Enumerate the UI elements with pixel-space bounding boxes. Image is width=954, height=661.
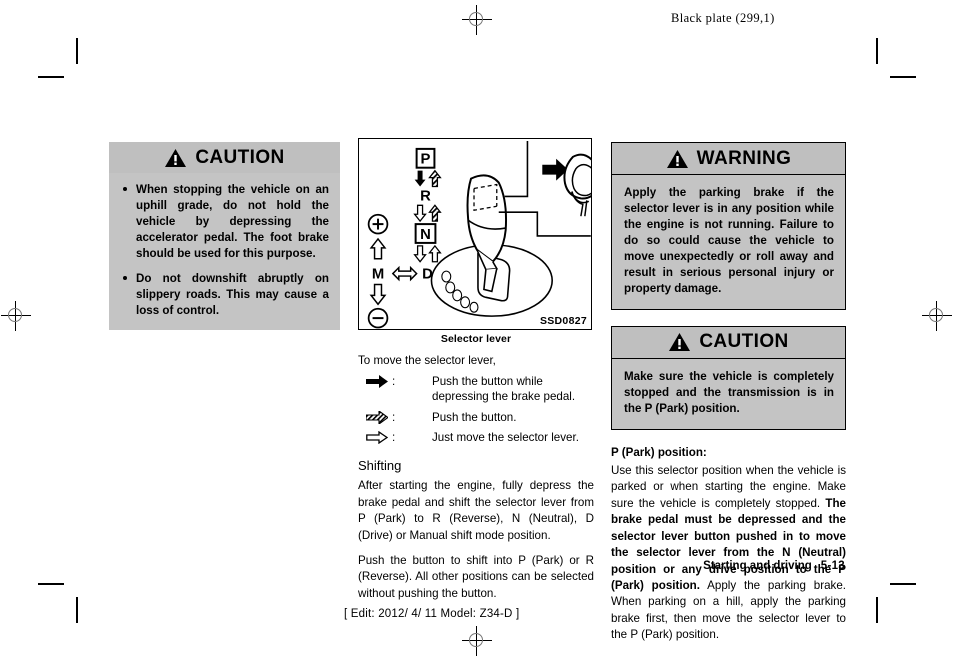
hatched-arrow-icon: [358, 410, 392, 424]
legend-row-hatched: : Push the button.: [358, 410, 594, 425]
park-position-body: Use this selector position when the vehi…: [611, 463, 846, 644]
manual-page: Black plate (299,1) CAUTION When stoppin…: [0, 0, 954, 661]
figure-code: SSD0827: [539, 315, 587, 327]
registration-mark-right: [922, 301, 952, 331]
shifting-paragraph-1: After starting the engine, fully depress…: [358, 479, 594, 542]
crop-mark-top-left-h: [38, 76, 64, 78]
legend-row-outline: : Just move the selector lever.: [358, 430, 594, 445]
selector-lever-illustration: P R N D M: [367, 140, 601, 329]
caution-title-left: CAUTION: [195, 146, 285, 168]
registration-mark-bottom: [462, 626, 492, 656]
caution-header-right: CAUTION: [612, 326, 845, 359]
warning-triangle-icon: [666, 149, 688, 168]
outline-arrow-icon: [358, 430, 392, 444]
warning-box-right: WARNING Apply the parking brake if the s…: [611, 142, 846, 310]
caution-bullet-left-1: When stopping the vehicle on an uphill g…: [120, 182, 329, 262]
crop-mark-top-left-v: [76, 38, 78, 64]
legend-text-1: Push the button while depressing the bra…: [432, 375, 576, 404]
svg-text:R: R: [420, 188, 431, 204]
legend-colon-2: :: [392, 410, 396, 424]
caution-title-right: CAUTION: [699, 331, 789, 353]
svg-text:N: N: [420, 227, 431, 243]
selector-intro-text: To move the selector lever,: [358, 354, 496, 367]
legend-colon-3: :: [392, 430, 396, 444]
footer-section-title: Starting and driving: [703, 560, 812, 572]
shifting-heading: Shifting: [358, 458, 402, 474]
middle-column: P R N D M SSD0827 Selector lever To move…: [358, 138, 601, 602]
park-position-heading: P (Park) position:: [611, 445, 707, 459]
park-text-part1: Use this selector position when the vehi…: [611, 463, 846, 510]
legend-row-solid: : Push the button while depressing the b…: [358, 374, 594, 405]
selector-lever-figure: P R N D M SSD0827: [358, 138, 601, 330]
registration-mark-left: [1, 301, 31, 331]
caution-box-left: CAUTION When stopping the vehicle on an …: [109, 142, 340, 330]
arrow-legend: : Push the button while depressing the b…: [358, 374, 594, 445]
warning-title-right: WARNING: [696, 147, 792, 169]
legend-colon-1: :: [392, 375, 396, 388]
legend-text-2: Push the button.: [432, 410, 517, 424]
footer-page-number: 5-13: [820, 560, 845, 572]
crop-mark-bottom-right-h: [890, 583, 916, 585]
svg-text:M: M: [372, 267, 384, 283]
registration-mark-top: [462, 5, 492, 35]
park-position-paragraph: Use this selector position when the vehi…: [611, 463, 846, 644]
page-footer: Starting and driving 5-13: [703, 560, 845, 572]
caution-header-left: CAUTION: [109, 142, 340, 173]
caution-bullet-left-2: Do not downshift abruptly on slippery ro…: [120, 271, 329, 319]
caution-body-right: Make sure the vehicle is completely stop…: [612, 358, 845, 429]
caution-body-left: When stopping the vehicle on an uphill g…: [109, 173, 340, 330]
legend-text-3: Just move the selector lever.: [432, 430, 579, 444]
edit-model-line: [ Edit: 2012/ 4/ 11 Model: Z34-D ]: [344, 608, 520, 620]
caution-box-right: CAUTION Make sure the vehicle is complet…: [611, 325, 846, 430]
shifting-body: After starting the engine, fully depress…: [358, 478, 594, 602]
crop-mark-bottom-right-v: [876, 597, 878, 623]
solid-black-arrow-icon: [358, 374, 392, 388]
black-plate-header: Black plate (299,1): [671, 11, 775, 25]
shifting-paragraph-2: Push the button to shift into P (Park) o…: [358, 554, 594, 600]
crop-mark-top-right-h: [890, 76, 916, 78]
warning-header-right: WARNING: [612, 143, 845, 175]
crop-mark-bottom-left-h: [38, 583, 64, 585]
crop-mark-top-right-v: [876, 38, 878, 64]
figure-caption: Selector lever: [440, 333, 512, 345]
left-column: CAUTION When stopping the vehicle on an …: [109, 142, 340, 346]
park-text-bold: The brake pedal must be depressed and th…: [611, 496, 846, 593]
crop-mark-bottom-left-v: [76, 597, 78, 623]
warning-triangle-icon: [165, 148, 187, 167]
svg-text:P: P: [421, 152, 431, 168]
warning-body-right: Apply the parking brake if the selector …: [612, 175, 845, 309]
warning-triangle-icon: [669, 333, 691, 352]
